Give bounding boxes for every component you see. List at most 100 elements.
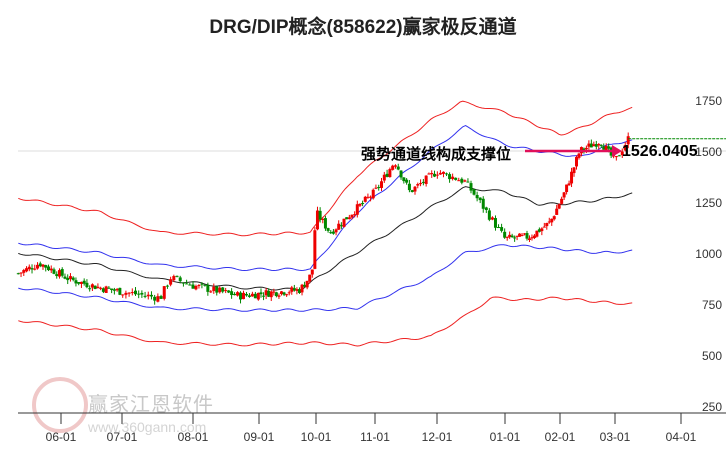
candle-body — [337, 223, 341, 230]
candle-body — [405, 179, 409, 183]
candle-body — [133, 290, 137, 295]
candle-body — [342, 218, 346, 227]
y-tick-label: 1500 — [695, 145, 722, 159]
candle-body — [90, 284, 94, 288]
candle-body — [93, 285, 97, 290]
candle-body — [300, 284, 304, 293]
candle-body — [272, 291, 276, 293]
candle-body — [121, 294, 125, 296]
candle-body — [30, 268, 34, 270]
candle-body — [313, 230, 317, 269]
candle-body — [308, 274, 312, 282]
band-lower-blue — [18, 244, 633, 312]
candle-body — [259, 292, 263, 295]
candle-body — [345, 217, 349, 220]
candle-body — [101, 288, 105, 292]
y-tick-label: 250 — [702, 400, 722, 414]
candle-body — [191, 284, 195, 289]
candle-body — [212, 286, 216, 291]
candle-body — [280, 291, 284, 295]
candle-body — [46, 266, 50, 271]
candle-body — [503, 231, 507, 238]
candle-body — [469, 183, 473, 191]
candle-body — [130, 292, 134, 294]
candle-body — [79, 281, 83, 284]
candle-body — [329, 232, 333, 234]
candle-body — [38, 263, 42, 267]
x-tick-label: 02-01 — [545, 430, 576, 444]
candle-body — [560, 198, 564, 204]
candle-body — [274, 292, 278, 297]
candle-body — [331, 231, 335, 234]
candle-body — [424, 175, 428, 184]
y-tick-label: 500 — [702, 349, 722, 363]
annotation-label: 强势通道线构成支撑位 — [361, 146, 512, 163]
candle-body — [96, 286, 100, 289]
candle-body — [233, 293, 237, 296]
candle-body — [427, 173, 431, 175]
candle-body — [165, 285, 169, 287]
candle-body — [599, 144, 603, 146]
candle-body — [305, 280, 309, 288]
candle-body — [550, 218, 554, 223]
candle-body — [27, 266, 31, 270]
candle-body — [520, 234, 524, 236]
candle-body — [36, 264, 40, 269]
candle-body — [197, 285, 201, 287]
candle-body — [282, 292, 286, 295]
candle-body — [244, 293, 248, 296]
candle-body — [413, 186, 417, 192]
x-tick-label: 11-01 — [360, 430, 390, 444]
candle-body — [224, 290, 228, 292]
candle-body — [172, 276, 176, 281]
candle-body — [146, 294, 150, 297]
candle-body — [253, 293, 257, 299]
candle-body — [353, 214, 357, 216]
candle-body — [277, 295, 281, 297]
candle-body — [363, 196, 367, 202]
candle-body — [557, 204, 561, 209]
candle-body — [525, 233, 529, 239]
y-tick-label: 1250 — [695, 196, 722, 210]
candle-body — [175, 275, 179, 277]
candle-body — [41, 264, 45, 267]
candle-body — [60, 269, 64, 276]
x-tick-label: 12-01 — [422, 430, 453, 444]
x-tick-label: 04-01 — [666, 430, 697, 444]
candle-body — [481, 198, 485, 209]
candle-body — [513, 237, 517, 239]
band-middle — [18, 186, 633, 292]
x-tick-label: 10-01 — [301, 430, 332, 444]
candle-body — [77, 282, 81, 284]
candle-body — [118, 287, 122, 295]
candle-body — [438, 172, 442, 175]
candle-body — [510, 235, 514, 238]
candle-body — [391, 165, 395, 170]
candle-body — [315, 210, 319, 230]
candle-body — [241, 292, 245, 300]
y-tick-label: 1750 — [695, 94, 722, 108]
candle-body — [178, 277, 182, 282]
candle-body — [435, 174, 439, 176]
candle-body — [110, 288, 114, 291]
candle-body — [22, 270, 26, 273]
candle-body — [287, 292, 291, 294]
candle-body — [256, 292, 260, 300]
candle-body — [466, 181, 470, 183]
candle-body — [285, 294, 289, 296]
candle-body — [318, 210, 322, 220]
candle-body — [297, 289, 301, 293]
candle-body — [441, 171, 445, 174]
candle-body — [181, 282, 185, 284]
candle-body — [169, 279, 173, 285]
candle-body — [262, 295, 266, 297]
candle-body — [82, 280, 86, 284]
candle-body — [104, 286, 108, 293]
candle-body — [16, 273, 20, 275]
candle-body — [127, 292, 131, 294]
candle-body — [487, 210, 491, 220]
candle-body — [377, 187, 381, 189]
candle-body — [366, 196, 370, 198]
candle-body — [137, 293, 141, 295]
candle-body — [555, 208, 559, 215]
